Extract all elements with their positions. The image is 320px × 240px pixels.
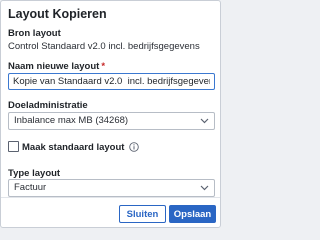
chevron-down-icon — [200, 118, 209, 124]
dialog-title: Layout Kopieren — [8, 7, 107, 21]
close-button[interactable]: Sluiten — [119, 205, 166, 223]
required-marker: * — [101, 61, 106, 72]
chevron-down-icon — [200, 185, 209, 191]
info-icon[interactable] — [129, 142, 139, 152]
layout-type-selected: Factuur — [14, 182, 47, 193]
target-admin-select[interactable]: Inbalance max MB (34268) — [8, 112, 215, 130]
layout-copy-dialog: Layout Kopieren Bron layout Control Stan… — [0, 0, 221, 228]
standard-layout-checkbox[interactable] — [8, 141, 19, 152]
save-button[interactable]: Opslaan — [169, 205, 216, 223]
footer-divider — [1, 197, 220, 198]
source-layout-value: Control Standaard v2.0 incl. bedrijfsgeg… — [8, 41, 200, 52]
target-admin-selected: Inbalance max MB (34268) — [14, 115, 129, 126]
source-layout-label: Bron layout — [8, 28, 61, 39]
new-layout-name-input[interactable] — [8, 73, 215, 90]
new-layout-name-label-text: Naam nieuwe layout — [8, 61, 100, 72]
target-admin-label: Doeladministratie — [8, 100, 88, 111]
layout-type-label: Type layout — [8, 168, 61, 179]
layout-type-select[interactable]: Factuur — [8, 179, 215, 197]
standard-layout-label: Maak standaard layout — [22, 142, 125, 153]
new-layout-name-label: Naam nieuwe layout * — [8, 61, 105, 72]
